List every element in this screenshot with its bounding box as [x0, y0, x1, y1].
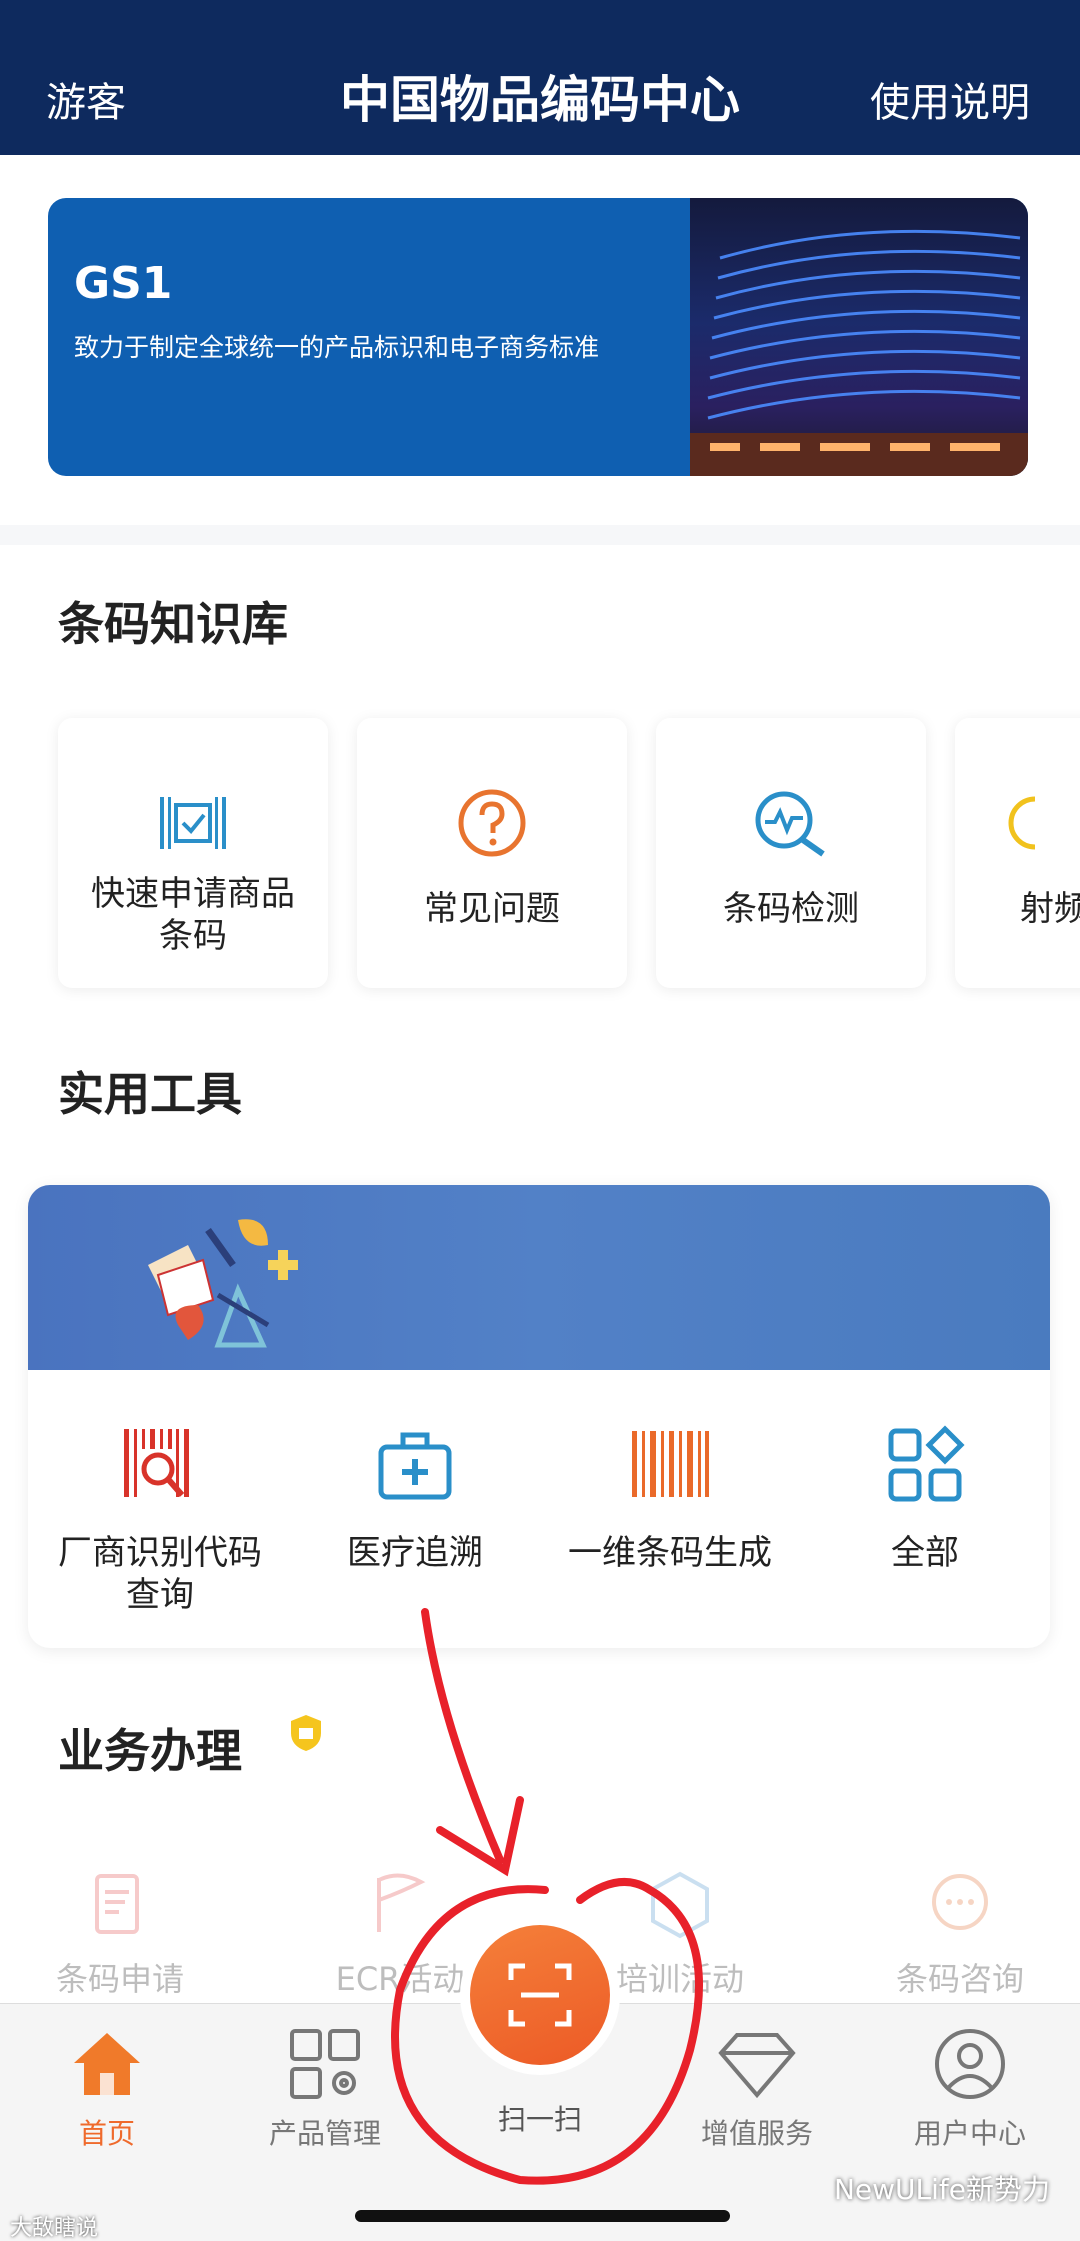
watermark-right: NewULife新势力	[833, 2173, 1050, 2206]
watermark-left: 大敌瞎说	[10, 2216, 99, 2241]
home-indicator	[355, 2210, 730, 2222]
red-annotation-arrow	[391, 1608, 703, 2185]
